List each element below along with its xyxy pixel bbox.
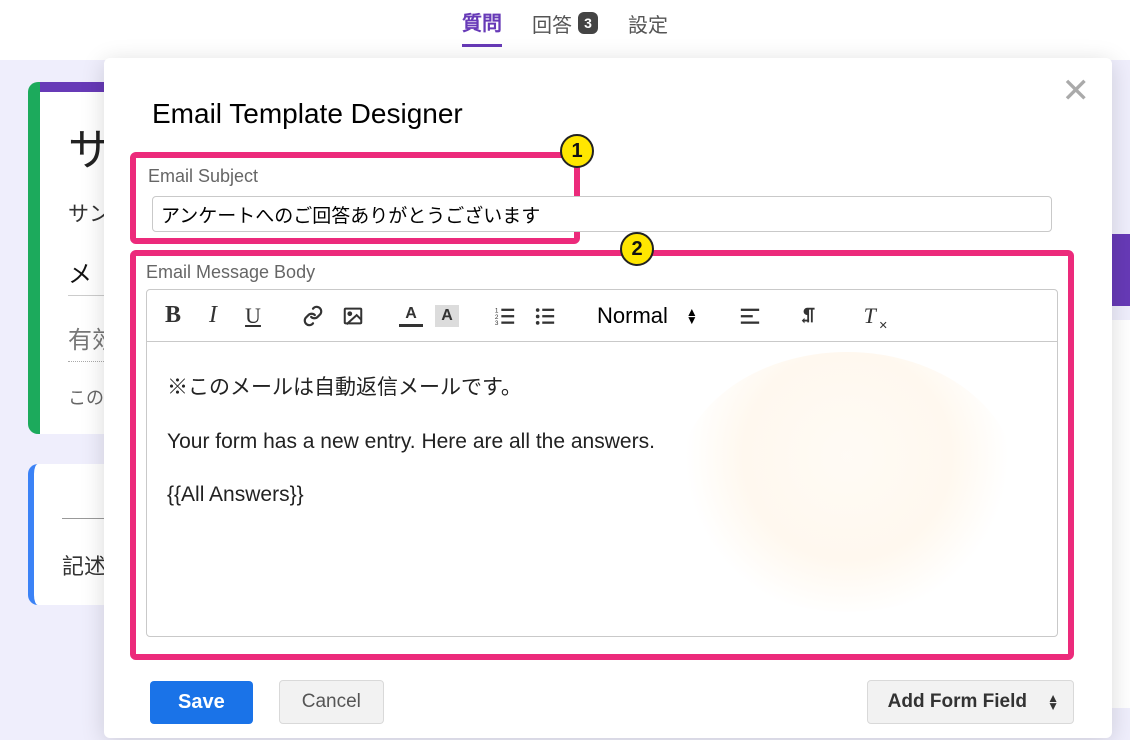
tab-responses[interactable]: 回答 3 <box>532 9 598 46</box>
email-body-section: Email Message Body B I U A A <box>130 250 1074 660</box>
svg-text:3: 3 <box>495 320 499 327</box>
top-tabs: 質問 回答 3 設定 <box>0 0 1130 54</box>
align-button[interactable] <box>736 302 764 330</box>
email-subject-label: Email Subject <box>148 166 562 187</box>
chevron-updown-icon: ▲▼ <box>686 308 698 324</box>
chevron-updown-icon: ▲▼ <box>1047 694 1059 710</box>
email-body-label: Email Message Body <box>146 262 1058 283</box>
text-direction-button[interactable] <box>796 302 824 330</box>
body-line-1: ※このメールは自動返信メールです。 <box>167 372 1037 404</box>
close-icon[interactable]: ✕ <box>1062 74 1091 108</box>
modal-title: Email Template Designer <box>152 98 1064 130</box>
editor-toolbar: B I U A A 123 <box>147 290 1057 342</box>
underline-button[interactable]: U <box>239 302 267 330</box>
ordered-list-button[interactable]: 123 <box>491 302 519 330</box>
link-button[interactable] <box>299 302 327 330</box>
email-subject-input[interactable] <box>152 196 1052 232</box>
editor-content-area[interactable]: ※このメールは自動返信メールです。 Your form has a new en… <box>147 342 1057 636</box>
bold-button[interactable]: B <box>159 302 187 330</box>
modal-footer: Save Cancel Add Form Field ▲▼ <box>150 680 1074 724</box>
body-line-2: Your form has a new entry. Here are all … <box>167 426 1037 458</box>
text-size-label: Normal <box>597 303 668 329</box>
save-button[interactable]: Save <box>150 681 253 724</box>
italic-button[interactable]: I <box>199 302 227 330</box>
text-color-button[interactable]: A <box>399 305 423 327</box>
add-form-field-label: Add Form Field <box>888 691 1027 712</box>
annotation-badge-1: 1 <box>560 134 594 168</box>
highlight-color-button[interactable]: A <box>435 305 459 327</box>
unordered-list-button[interactable] <box>531 302 559 330</box>
add-form-field-selector[interactable]: Add Form Field ▲▼ <box>867 680 1074 724</box>
rich-text-editor: B I U A A 123 <box>146 289 1058 637</box>
body-line-3: {{All Answers}} <box>167 479 1037 511</box>
responses-count-badge: 3 <box>578 12 598 34</box>
text-size-selector[interactable]: Normal ▲▼ <box>591 301 704 331</box>
annotation-badge-2: 2 <box>620 232 654 266</box>
cancel-button[interactable]: Cancel <box>279 680 384 724</box>
tab-settings[interactable]: 設定 <box>628 9 668 46</box>
image-button[interactable] <box>339 302 367 330</box>
clear-format-button[interactable]: T✕ <box>856 302 884 330</box>
tab-questions[interactable]: 質問 <box>462 7 502 47</box>
tab-responses-label: 回答 <box>532 9 572 38</box>
